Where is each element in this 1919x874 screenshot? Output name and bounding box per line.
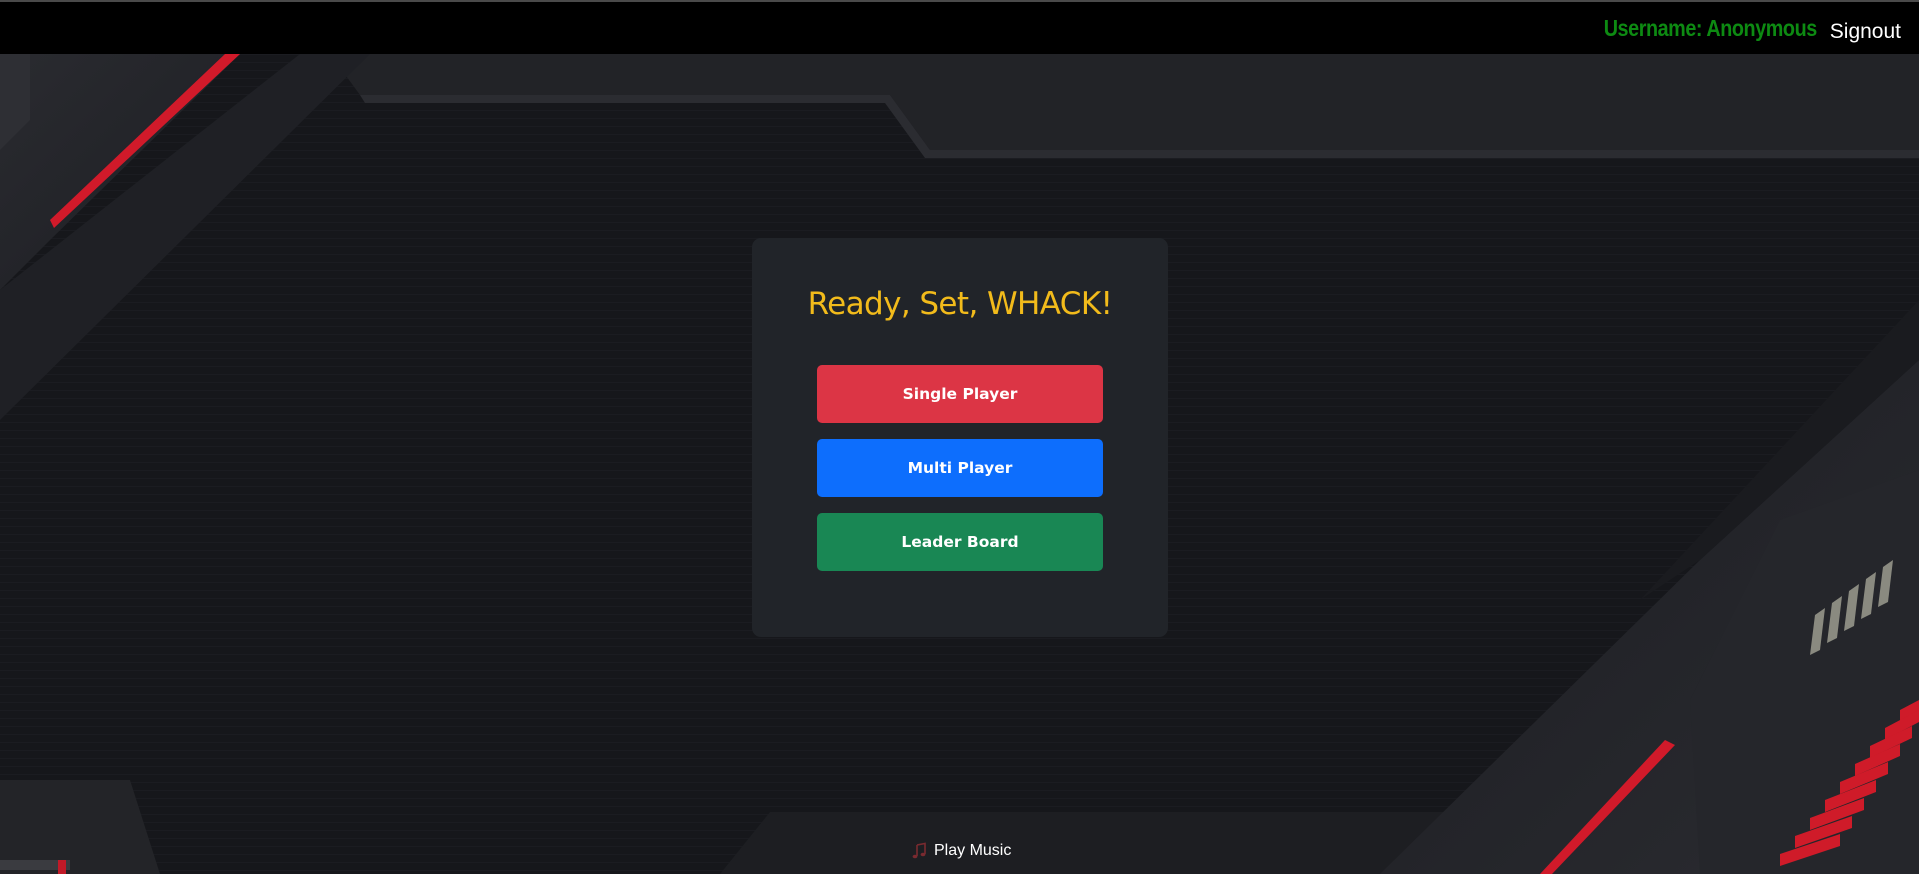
single-player-button[interactable]: Single Player xyxy=(817,365,1103,423)
play-music-label: Play Music xyxy=(934,842,1012,859)
leader-board-button[interactable]: Leader Board xyxy=(817,513,1103,571)
music-note-icon xyxy=(910,842,928,860)
game-title: Ready, Set, WHACK! xyxy=(807,286,1113,322)
main-menu-card: Ready, Set, WHACK! Single Player Multi P… xyxy=(752,238,1168,637)
top-bar: Username: Anonymous Signout xyxy=(0,0,1919,54)
multi-player-button[interactable]: Multi Player xyxy=(817,439,1103,497)
username-label: Username: Anonymous xyxy=(1603,15,1818,41)
signout-link[interactable]: Signout xyxy=(1830,20,1901,44)
play-music-button[interactable]: Play Music xyxy=(910,842,1011,860)
